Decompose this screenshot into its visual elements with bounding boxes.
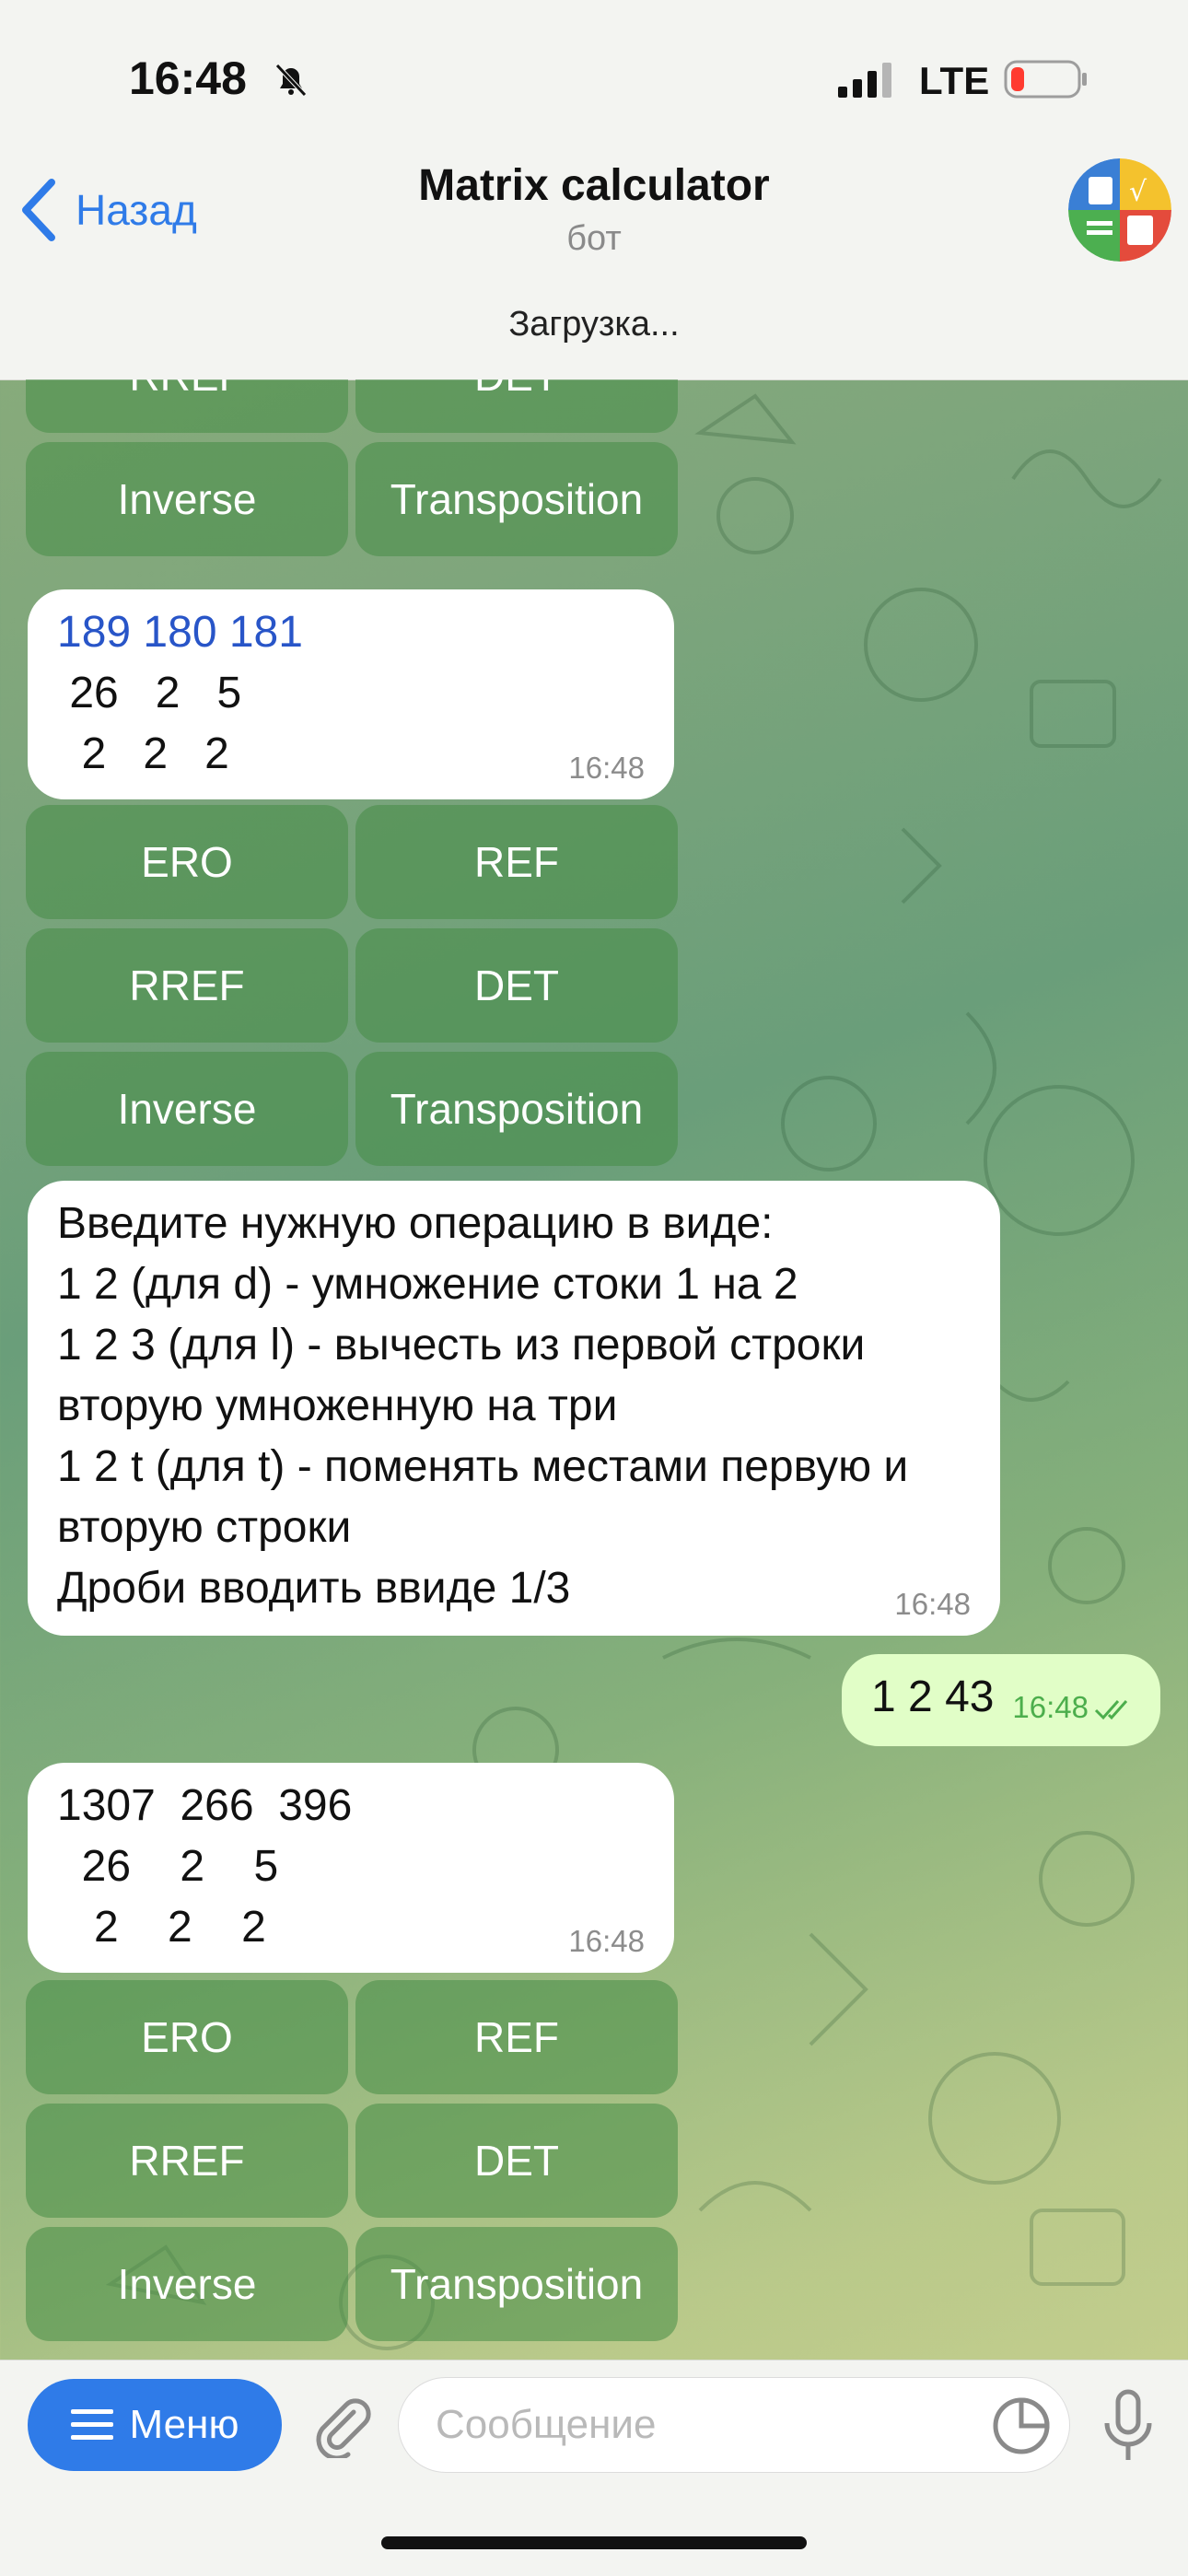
message-time: 16:48 [568,1924,645,1958]
matrix-row: 2 2 2 [57,1903,266,1952]
kb-button-det[interactable]: DET [355,928,678,1043]
status-time: 16:48 [129,52,247,104]
svg-text:√: √ [1129,176,1147,208]
attach-icon[interactable] [308,2392,374,2458]
kb-button-rref[interactable]: RREF [26,2104,348,2218]
instruction-line: вторую строки [57,1503,352,1552]
kb-button-ref[interactable]: REF [355,805,678,919]
kb-button-transposition[interactable]: Transposition [355,442,678,556]
message-time: 16:48 [894,1587,971,1621]
bot-message-matrix: 189 180 181 26 2 5 2 2 2 16:48 [28,589,674,799]
user-message-text: 1 2 43 [871,1673,995,1721]
instruction-line: Дроби вводить ввиде 1/3 [57,1564,571,1613]
matrix-row: 26 2 5 [57,669,242,717]
instruction-line: 1 2 t (для t) - поменять местами первую … [57,1442,909,1491]
inline-keyboard: ERO REF RREF DET Inverse Transposition [26,1980,678,2350]
microphone-icon[interactable] [1101,2388,1155,2464]
network-type: LTE [919,59,990,102]
kb-button-det[interactable]: DET [355,2104,678,2218]
kb-button-det[interactable]: DET [355,379,678,433]
kb-button-transposition[interactable]: Transposition [355,2227,678,2341]
battery-icon [1004,60,1087,99]
message-time: 16:48 [1012,1689,1135,1726]
message-input[interactable]: Сообщение [398,2377,1070,2473]
top-bar: 16:48 LTE Назад Matrix calculator бот √ [0,0,1188,270]
menu-button[interactable]: Меню [28,2379,282,2471]
instruction-line: 1 2 3 (для l) - вычесть из первой строки [57,1321,866,1370]
chat-subtitle: бот [566,219,622,258]
instruction-line: вторую умноженную на три [57,1381,618,1430]
chat-history[interactable]: RREF DET Inverse Transposition 189 180 1… [0,379,1188,2360]
bell-muted-icon [275,64,307,97]
loading-status: Загрузка... [0,269,1188,380]
bot-message-matrix: 1307 266 396 26 2 5 2 2 2 16:48 [28,1763,674,1973]
inline-keyboard-partial: RREF DET Inverse Transposition [26,379,678,565]
instruction-line: 1 2 (для d) - умножение стоки 1 на 2 [57,1260,798,1309]
kb-button-rref[interactable]: RREF [26,928,348,1043]
chat-title[interactable]: Matrix calculator [0,160,1188,211]
hamburger-icon [70,2409,113,2440]
kb-button-ero[interactable]: ERO [26,1980,348,2094]
kb-button-ero[interactable]: ERO [26,805,348,919]
sticker-icon[interactable] [991,2395,1052,2456]
message-time: 16:48 [568,751,645,785]
kb-button-inverse[interactable]: Inverse [26,2227,348,2341]
kb-button-inverse[interactable]: Inverse [26,442,348,556]
user-message: 1 2 43 16:48 [842,1654,1160,1746]
double-check-icon [1094,1700,1128,1720]
kb-button-inverse[interactable]: Inverse [26,1052,348,1166]
inline-keyboard: ERO REF RREF DET Inverse Transposition [26,805,678,1175]
matrix-row: 1307 266 396 [57,1781,353,1830]
home-indicator [381,2536,807,2549]
menu-label: Меню [129,2402,239,2447]
matrix-row: 2 2 2 [57,729,229,778]
kb-button-transposition[interactable]: Transposition [355,1052,678,1166]
signal-icon [838,63,891,98]
matrix-row[interactable]: 189 180 181 [57,602,645,663]
bot-avatar[interactable]: √ [1068,158,1171,262]
message-time-text: 16:48 [1012,1690,1089,1724]
kb-button-rref[interactable]: RREF [26,379,348,433]
bot-message-instructions: Введите нужную операцию в виде: 1 2 (для… [28,1181,1000,1636]
matrix-row: 26 2 5 [57,1842,279,1891]
instruction-line: Введите нужную операцию в виде: [57,1199,774,1248]
kb-button-ref[interactable]: REF [355,1980,678,2094]
